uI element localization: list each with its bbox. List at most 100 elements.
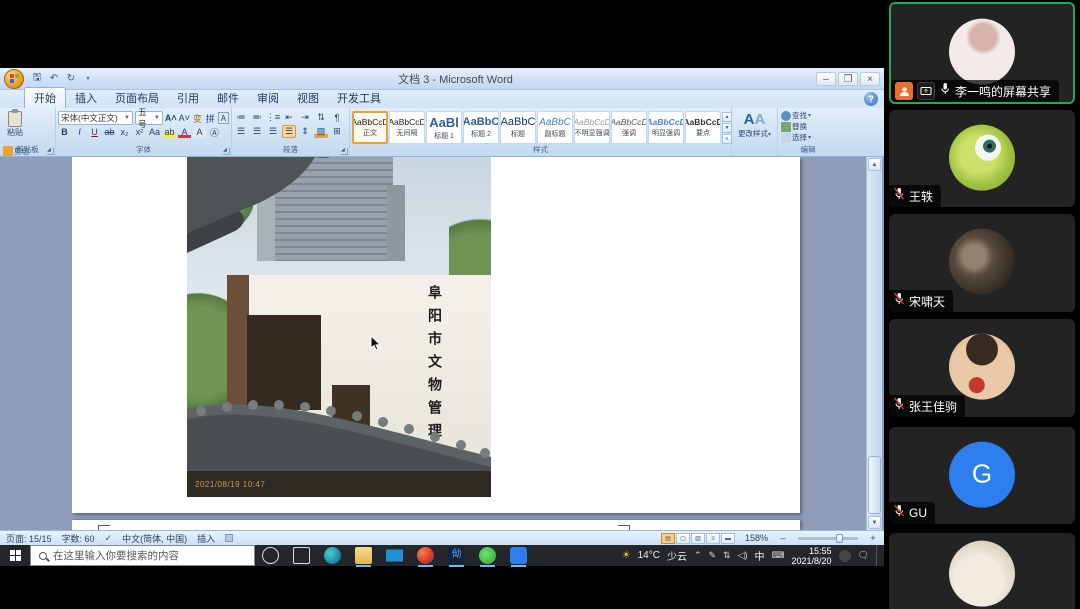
character-border-icon[interactable]: A	[218, 112, 229, 124]
macro-record-icon[interactable]	[225, 534, 233, 542]
ime-indicator[interactable]: 中	[755, 548, 765, 563]
tab-developer[interactable]: 开发工具	[328, 88, 390, 108]
action-center-icon[interactable]: 🗨	[858, 550, 869, 561]
sort-icon[interactable]: ⇅	[314, 111, 328, 124]
style-subtitle[interactable]: AaBbC副标题	[537, 111, 573, 144]
tab-view[interactable]: 视图	[288, 88, 328, 108]
tray-app-icon[interactable]	[839, 550, 851, 562]
tab-review[interactable]: 审阅	[248, 88, 288, 108]
tab-references[interactable]: 引用	[168, 88, 208, 108]
font-size-select[interactable]: 五号▼	[135, 111, 163, 125]
gallery-up-icon[interactable]: ▲	[722, 112, 732, 122]
change-styles-button[interactable]: 更改样式▾	[734, 128, 775, 139]
participant-tile[interactable]: 张王佳驹	[889, 319, 1075, 417]
paste-button[interactable]: 粘贴	[2, 110, 28, 143]
minimize-button[interactable]: –	[816, 72, 836, 86]
phonetic-guide-icon[interactable]: 拼	[205, 112, 216, 124]
shrink-font-icon[interactable]: A˅	[179, 112, 190, 124]
grow-font-icon[interactable]: A˄	[165, 112, 177, 124]
print-layout-view-icon[interactable]: ▤	[661, 533, 675, 544]
app-icon-red[interactable]	[417, 547, 434, 564]
taskbar-clock[interactable]: 15:55 2021/8/20	[792, 546, 832, 566]
document-area[interactable]: 阜阳市文物管理 2021/08/19 10:47	[0, 157, 884, 530]
strikethrough-icon[interactable]: ab	[103, 126, 116, 138]
restore-button[interactable]: ❐	[838, 72, 858, 86]
change-case-icon[interactable]: Aa	[148, 126, 161, 138]
scroll-up-icon[interactable]: ▲	[868, 158, 881, 171]
zoom-in-icon[interactable]: +	[868, 533, 878, 543]
close-button[interactable]: ×	[860, 72, 880, 86]
font-color-icon[interactable]: A	[178, 126, 191, 138]
docs-app-icon[interactable]	[510, 547, 527, 564]
tab-mailings[interactable]: 邮件	[208, 88, 248, 108]
qat-dropdown-icon[interactable]: ▾	[81, 72, 95, 86]
show-desktop-button[interactable]	[876, 545, 880, 566]
spellcheck-icon[interactable]: ✓	[105, 533, 113, 544]
participant-tile[interactable]: G GU	[889, 427, 1075, 524]
replace-button[interactable]: 替换	[780, 121, 836, 132]
word-count[interactable]: 字数: 60	[62, 532, 95, 545]
paragraph-dialog-launcher-icon[interactable]: ◢	[341, 148, 348, 155]
taskbar-search[interactable]	[30, 545, 255, 566]
scrollbar-thumb[interactable]	[868, 456, 881, 514]
decrease-indent-icon[interactable]: ⇤	[282, 111, 296, 124]
participant-tile[interactable]: 王轶	[889, 110, 1075, 207]
weather-temp[interactable]: 14°C	[638, 550, 660, 561]
numbering-icon[interactable]: ≕	[250, 111, 264, 124]
style-strong[interactable]: AaBbCcD要点	[685, 111, 721, 144]
save-icon[interactable]: 🖫	[30, 72, 44, 86]
participant-tile-sharing[interactable]: 李一鸣的屏幕共享	[889, 2, 1075, 104]
touch-keyboard-icon[interactable]: ⌨	[772, 550, 785, 561]
web-layout-view-icon[interactable]: ▥	[691, 533, 705, 544]
weather-desc[interactable]: 少云	[667, 548, 687, 563]
pen-icon[interactable]: ✎	[709, 550, 717, 561]
bullets-icon[interactable]: ≔	[234, 111, 248, 124]
vertical-scrollbar[interactable]: ▲ ▼	[866, 157, 882, 530]
help-icon[interactable]: ?	[864, 92, 878, 106]
underline-icon[interactable]: U	[88, 126, 101, 138]
style-heading1[interactable]: AaBl标题 1	[426, 111, 462, 144]
clipboard-dialog-launcher-icon[interactable]: ◢	[47, 148, 54, 155]
select-button[interactable]: 选择▾	[780, 132, 836, 143]
start-button[interactable]	[0, 545, 30, 566]
tab-insert[interactable]: 插入	[66, 88, 106, 108]
zoom-level[interactable]: 158%	[745, 533, 768, 543]
italic-icon[interactable]: I	[73, 126, 86, 138]
mail-icon[interactable]	[386, 547, 403, 564]
zoom-out-icon[interactable]: –	[778, 533, 788, 543]
character-shading-icon[interactable]: A	[193, 126, 206, 138]
style-emphasis[interactable]: AaBbCcD强调	[611, 111, 647, 144]
bold-icon[interactable]: B	[58, 126, 71, 138]
subscript-icon[interactable]: x₂	[118, 126, 131, 138]
zoom-slider-thumb[interactable]	[836, 534, 843, 543]
participant-tile[interactable]: 宋啸天	[889, 214, 1075, 312]
clear-formatting-icon[interactable]: 变	[192, 112, 203, 124]
search-input[interactable]	[53, 550, 233, 562]
justify-icon[interactable]: ☰	[282, 125, 296, 138]
gallery-more-icon[interactable]: ≡	[722, 134, 732, 144]
highlight-icon[interactable]: ab	[163, 126, 176, 138]
hidden-icons-chevron-icon[interactable]: ⌃	[694, 550, 702, 561]
redo-icon[interactable]: ↻	[64, 72, 78, 86]
outline-view-icon[interactable]: ≡	[706, 533, 720, 544]
style-intense-emphasis[interactable]: AaBbCcD明显强调	[648, 111, 684, 144]
superscript-icon[interactable]: x²	[133, 126, 146, 138]
font-dialog-launcher-icon[interactable]: ◢	[223, 148, 230, 155]
zoom-slider[interactable]	[798, 537, 858, 540]
align-left-icon[interactable]: ☰	[234, 125, 248, 138]
show-marks-icon[interactable]: ¶	[330, 111, 344, 124]
undo-icon[interactable]: ↶	[47, 72, 61, 86]
increase-indent-icon[interactable]: ⇥	[298, 111, 312, 124]
cortana-icon[interactable]	[262, 547, 279, 564]
multilevel-list-icon[interactable]: ⋮≡	[266, 111, 280, 124]
align-right-icon[interactable]: ☰	[266, 125, 280, 138]
borders-icon[interactable]: ⊞	[330, 125, 344, 138]
style-heading2[interactable]: AaBbC标题 2	[463, 111, 499, 144]
style-subtle-emphasis[interactable]: AaBbCcD不明显强调	[574, 111, 610, 144]
volume-icon[interactable]: ◁)	[738, 550, 748, 561]
style-normal[interactable]: AaBbCcD正文	[352, 111, 388, 144]
task-view-icon[interactable]	[293, 547, 310, 564]
enclose-characters-icon[interactable]: Ⓐ	[208, 126, 221, 138]
participant-tile[interactable]	[889, 533, 1075, 609]
gallery-down-icon[interactable]: ▼	[722, 123, 732, 133]
